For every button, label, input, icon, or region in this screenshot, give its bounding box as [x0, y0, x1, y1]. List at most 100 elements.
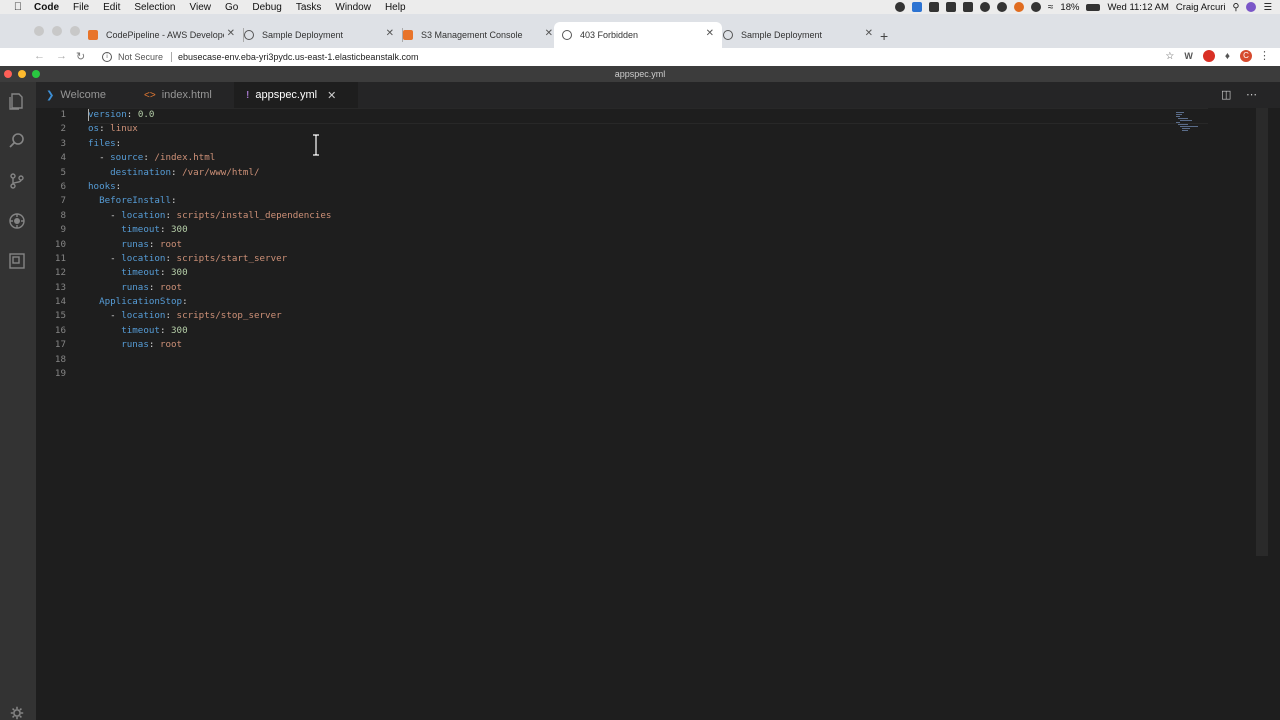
- vscode-minimize-dot[interactable]: [18, 70, 26, 78]
- apple-icon[interactable]: : [12, 1, 24, 13]
- close-icon[interactable]: ✕: [706, 28, 714, 39]
- close-icon[interactable]: ✕: [327, 89, 336, 102]
- extension-adblock-icon[interactable]: [1202, 50, 1215, 62]
- editor-tab-appspec-yml[interactable]: ! appspec.yml ✕: [234, 82, 358, 108]
- code-line[interactable]: - location: scripts/stop_server: [88, 309, 331, 323]
- gmail-icon[interactable]: [979, 2, 990, 12]
- close-icon[interactable]: ✕: [545, 28, 553, 39]
- close-icon[interactable]: ✕: [227, 28, 235, 39]
- battery-percent[interactable]: 18%: [1060, 2, 1079, 13]
- debug-icon[interactable]: [8, 212, 26, 230]
- code-line[interactable]: runas: root: [88, 338, 331, 352]
- close-icon[interactable]: ✕: [865, 28, 873, 39]
- browser-tab-sample-deployment[interactable]: Sample Deployment ✕: [236, 22, 403, 48]
- code-line[interactable]: runas: root: [88, 281, 331, 295]
- status-app-icon[interactable]: [894, 2, 905, 12]
- back-arrow-icon[interactable]: ←: [34, 50, 45, 62]
- display-icon[interactable]: [945, 2, 956, 12]
- bookmark-star-icon[interactable]: ☆: [1165, 51, 1174, 62]
- editor-scrollbar[interactable]: [1256, 108, 1268, 556]
- code-line[interactable]: version: 0.0: [88, 108, 331, 122]
- menu-debug[interactable]: Debug: [252, 2, 281, 13]
- info-icon[interactable]: i: [102, 52, 112, 62]
- code-line[interactable]: os: linux: [88, 122, 331, 136]
- browser-tab-403-forbidden[interactable]: 403 Forbidden ✕: [554, 22, 722, 48]
- browser-tab-s3-console[interactable]: S3 Management Console ✕: [395, 22, 561, 48]
- browser-tab-codepipeline[interactable]: CodePipeline - AWS Develope ✕: [80, 22, 244, 48]
- not-secure-label[interactable]: Not Secure: [118, 52, 163, 62]
- yaml-value: /index.html: [154, 152, 216, 164]
- line-number: 7: [60, 195, 66, 207]
- code-line[interactable]: - location: scripts/install_dependencies: [88, 209, 331, 223]
- battery-icon[interactable]: [1086, 3, 1101, 11]
- search-icon[interactable]: [8, 132, 26, 150]
- extensions-icon[interactable]: [8, 252, 26, 270]
- code-line[interactable]: BeforeInstall:: [88, 194, 331, 208]
- vpn-icon[interactable]: [1013, 2, 1024, 12]
- menu-edit[interactable]: Edit: [103, 2, 120, 13]
- line-number: 12: [54, 267, 66, 279]
- browser-menu-kebab-icon[interactable]: ⋮: [1259, 49, 1270, 62]
- profile-avatar[interactable]: C: [1240, 50, 1252, 62]
- clock[interactable]: Wed 11:12 AM: [1107, 2, 1168, 13]
- code-line[interactable]: [88, 353, 331, 367]
- browser-close-dot[interactable]: [34, 26, 44, 36]
- code-line[interactable]: [88, 367, 331, 381]
- code-line[interactable]: files:: [88, 137, 331, 151]
- line-number: 16: [54, 324, 66, 336]
- spotlight-search-icon[interactable]: ⚲: [1233, 2, 1240, 13]
- explorer-files-icon[interactable]: [8, 92, 26, 110]
- new-tab-plus-icon[interactable]: +: [880, 28, 888, 44]
- split-editor-icon[interactable]: ◫: [1221, 88, 1231, 101]
- code-line[interactable]: runas: root: [88, 238, 331, 252]
- code-line[interactable]: - source: /index.html: [88, 151, 331, 165]
- minimap[interactable]: [1176, 112, 1202, 132]
- close-icon[interactable]: ✕: [386, 28, 394, 39]
- source-control-icon[interactable]: [8, 172, 26, 190]
- capture-icon[interactable]: [962, 2, 973, 12]
- code-line[interactable]: timeout: 300: [88, 324, 331, 338]
- record-icon[interactable]: [928, 2, 939, 12]
- vscode-zoom-dot[interactable]: [32, 70, 40, 78]
- browser-zoom-dot[interactable]: [70, 26, 80, 36]
- vscode-close-dot[interactable]: [4, 70, 12, 78]
- menu-app-name[interactable]: Code: [34, 2, 59, 13]
- wifi-icon[interactable]: ≈: [1048, 2, 1054, 13]
- menu-view[interactable]: View: [190, 2, 212, 13]
- editor-tab-welcome[interactable]: ❯ Welcome: [36, 82, 142, 108]
- menu-go[interactable]: Go: [225, 2, 238, 13]
- extensions-puzzle-icon[interactable]: ♦: [1225, 51, 1230, 62]
- menu-window[interactable]: Window: [335, 2, 371, 13]
- menu-tasks[interactable]: Tasks: [296, 2, 322, 13]
- settings-gear-icon[interactable]: [10, 706, 24, 720]
- browser-tab-sample-deployment-2[interactable]: Sample Deployment ✕: [715, 22, 881, 48]
- notification-center-icon[interactable]: ☰: [1263, 2, 1272, 13]
- address-bar-url[interactable]: ebusecase-env.eba-yri3pydc.us-east-1.ela…: [178, 52, 418, 62]
- more-actions-icon[interactable]: ⋯: [1246, 88, 1257, 101]
- code-content[interactable]: version: 0.0 os: linux files: - source: /i…: [88, 108, 331, 381]
- camera-icon[interactable]: [1030, 2, 1041, 12]
- screen-share-icon[interactable]: [911, 2, 922, 12]
- html-file-icon: <>: [144, 89, 156, 101]
- editor-tab-index-html[interactable]: <> index.html: [132, 82, 244, 108]
- code-line[interactable]: hooks:: [88, 180, 331, 194]
- menu-selection[interactable]: Selection: [134, 2, 175, 13]
- extension-w-icon[interactable]: W: [1184, 51, 1193, 61]
- code-line[interactable]: timeout: 300: [88, 223, 331, 237]
- browser-minimize-dot[interactable]: [52, 26, 62, 36]
- vscode-logo-icon: ❯: [46, 89, 55, 101]
- yaml-key: location: [121, 252, 166, 264]
- code-line[interactable]: destination: /var/www/html/: [88, 166, 331, 180]
- siri-icon[interactable]: [1246, 2, 1257, 12]
- user-name[interactable]: Craig Arcuri: [1176, 2, 1226, 13]
- yaml-value: /var/www/html/: [182, 166, 260, 178]
- menu-help[interactable]: Help: [385, 2, 406, 13]
- code-line[interactable]: ApplicationStop:: [88, 295, 331, 309]
- code-line[interactable]: timeout: 300: [88, 266, 331, 280]
- code-editor[interactable]: 1 2 3 4 5 6 7 8 9 10 11 12 13 14 15 16 17 18 19 version: 0…: [36, 108, 1256, 720]
- code-line[interactable]: - location: scripts/start_server: [88, 252, 331, 266]
- forward-arrow-icon[interactable]: →: [56, 50, 67, 62]
- reload-icon[interactable]: ↻: [76, 50, 85, 63]
- menu-file[interactable]: File: [73, 2, 89, 13]
- shield-icon[interactable]: [996, 2, 1007, 12]
